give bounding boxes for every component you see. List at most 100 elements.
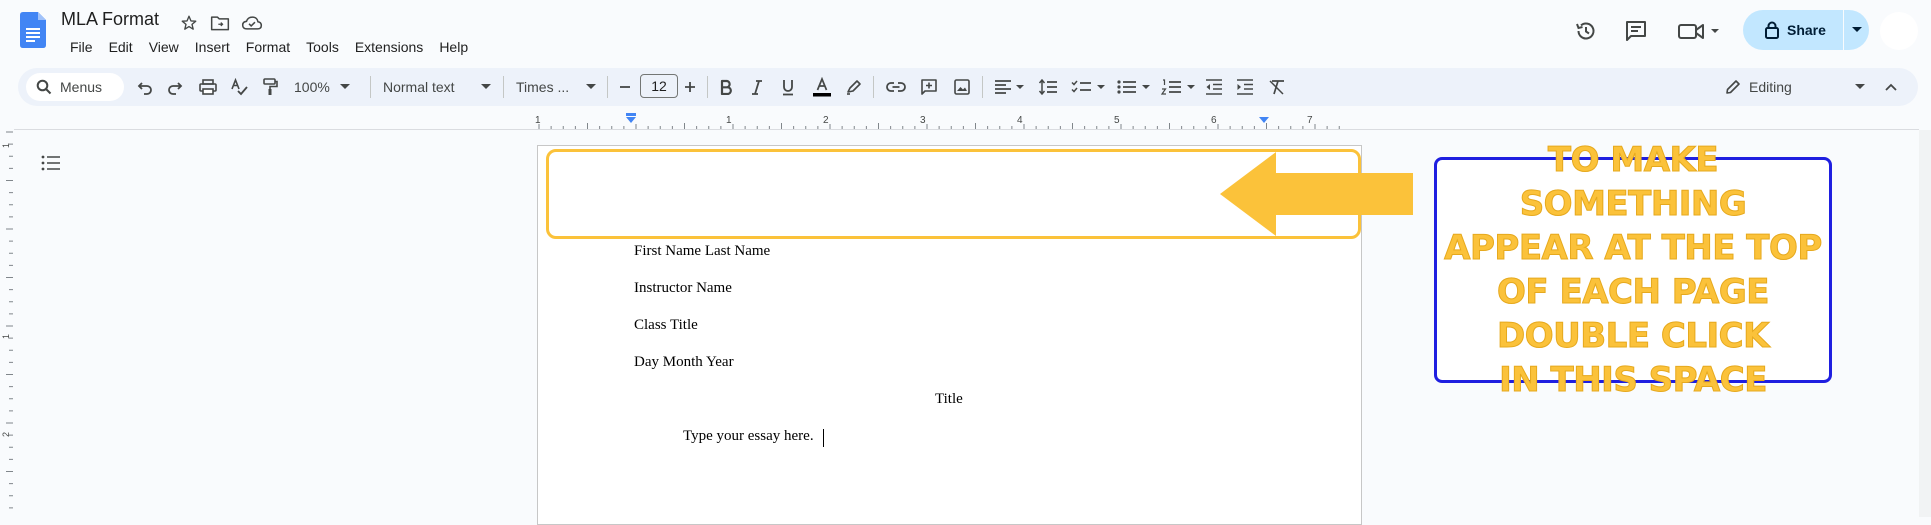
chevron-down-icon	[586, 84, 596, 89]
callout-line: appear at the top	[1444, 228, 1823, 269]
ruler-number: 6	[1211, 115, 1217, 126]
vertical-ruler[interactable]: 1 1 2	[0, 130, 14, 517]
share-main[interactable]: Share	[1743, 10, 1843, 50]
callout-line: in this space	[1499, 360, 1768, 401]
ruler-number: 1	[1, 143, 11, 148]
menu-format[interactable]: Format	[238, 37, 298, 57]
right-indent-marker[interactable]	[1259, 117, 1269, 123]
left-arrow-icon	[1220, 152, 1413, 236]
essay-body[interactable]: Type your essay here.	[683, 428, 814, 445]
paint-format-icon[interactable]	[258, 74, 282, 100]
essay-title[interactable]: Title	[935, 391, 963, 408]
class-title-line[interactable]: Class Title	[634, 317, 698, 334]
callout-line: To make something	[1519, 140, 1747, 225]
cloud-saved-icon[interactable]	[241, 12, 263, 34]
student-name-line[interactable]: First Name Last Name	[634, 243, 770, 260]
meet-icon[interactable]	[1677, 18, 1721, 44]
ruler-number: 1	[726, 115, 732, 126]
ruler-number: 2	[1, 432, 11, 437]
ruler-number: 7	[1307, 115, 1313, 126]
version-history-icon[interactable]	[1573, 18, 1599, 44]
editing-mode-label: Editing	[1749, 79, 1792, 95]
menu-file[interactable]: File	[62, 37, 101, 57]
share-dropdown-icon[interactable]	[1844, 10, 1869, 50]
search-menus-label: Menus	[60, 79, 103, 95]
date-line[interactable]: Day Month Year	[634, 354, 734, 371]
divider	[607, 76, 608, 98]
star-icon[interactable]	[178, 12, 200, 34]
align-icon[interactable]	[992, 74, 1026, 100]
menu-tools[interactable]: Tools	[298, 37, 347, 57]
ruler-number: 5	[1114, 115, 1120, 126]
first-line-indent-marker[interactable]	[626, 117, 636, 123]
pencil-icon	[1726, 80, 1740, 94]
ruler-number: 2	[823, 115, 829, 126]
divider	[503, 76, 504, 98]
editing-mode-select[interactable]: Editing	[1725, 74, 1865, 100]
avatar[interactable]	[1880, 12, 1918, 50]
divider	[873, 76, 874, 98]
share-label: Share	[1787, 22, 1826, 38]
spellcheck-icon[interactable]	[227, 74, 251, 100]
menu-bar: File Edit View Insert Format Tools Exten…	[62, 37, 476, 57]
ruler-number: 1	[535, 115, 541, 126]
insert-link-icon[interactable]	[884, 74, 908, 100]
print-icon[interactable]	[196, 74, 220, 100]
decrease-font-size-icon[interactable]	[615, 74, 635, 100]
bold-icon[interactable]	[714, 74, 738, 100]
line-spacing-icon[interactable]	[1036, 74, 1060, 100]
font-size-input[interactable]: 12	[640, 74, 678, 98]
zoom-select[interactable]: 100%	[294, 74, 360, 100]
chevron-down-icon	[1855, 84, 1865, 89]
italic-icon[interactable]	[745, 74, 769, 100]
numbered-list-icon[interactable]	[1160, 74, 1198, 100]
search-icon	[36, 79, 52, 95]
text-cursor	[823, 429, 824, 447]
increase-font-size-icon[interactable]	[680, 74, 700, 100]
increase-indent-icon[interactable]	[1233, 74, 1257, 100]
checklist-icon[interactable]	[1070, 74, 1108, 100]
undo-icon[interactable]	[133, 74, 157, 100]
chevron-down-icon	[481, 84, 491, 89]
left-indent-marker[interactable]	[626, 113, 636, 116]
menu-extensions[interactable]: Extensions	[347, 37, 431, 57]
instruction-callout: To make something appear at the top of e…	[1434, 140, 1832, 401]
font-select[interactable]: Times ...	[516, 74, 596, 100]
font-value: Times ...	[516, 79, 570, 95]
chevron-down-icon	[339, 84, 350, 89]
callout-line: double click	[1497, 316, 1770, 357]
callout-text: To make something appear at the top of e…	[1437, 138, 1829, 402]
text-color-icon[interactable]	[810, 74, 834, 100]
redo-icon[interactable]	[163, 74, 187, 100]
highlight-color-icon[interactable]	[842, 74, 866, 100]
document-title[interactable]: MLA Format	[61, 9, 159, 30]
document-outline-icon[interactable]	[40, 152, 62, 174]
divider	[982, 76, 983, 98]
move-folder-icon[interactable]	[209, 12, 231, 34]
hide-menus-icon[interactable]	[1879, 74, 1903, 100]
menu-edit[interactable]: Edit	[101, 37, 141, 57]
ruler-number: 3	[920, 115, 926, 126]
bulleted-list-icon[interactable]	[1115, 74, 1153, 100]
docs-logo-icon[interactable]	[20, 12, 46, 48]
decrease-indent-icon[interactable]	[1202, 74, 1226, 100]
add-comment-icon[interactable]	[917, 74, 941, 100]
menu-insert[interactable]: Insert	[187, 37, 238, 57]
lock-icon	[1765, 21, 1779, 39]
menu-view[interactable]: View	[141, 37, 187, 57]
insert-image-icon[interactable]	[950, 74, 974, 100]
instructor-name-line[interactable]: Instructor Name	[634, 280, 732, 297]
horizontal-ruler[interactable]: 1 1 2 3 4 5 6 7	[535, 110, 1363, 130]
underline-icon[interactable]	[776, 74, 800, 100]
comments-icon[interactable]	[1623, 18, 1649, 44]
callout-line: of each page	[1497, 272, 1771, 313]
ruler-number: 1	[1, 334, 11, 339]
style-select[interactable]: Normal text	[383, 74, 491, 100]
share-button[interactable]: Share	[1743, 10, 1869, 50]
menu-help[interactable]: Help	[431, 37, 476, 57]
divider	[707, 76, 708, 98]
clear-formatting-icon[interactable]	[1265, 74, 1289, 100]
ruler-number: 4	[1017, 115, 1023, 126]
vertical-scrollbar[interactable]	[1919, 130, 1931, 517]
search-menus-input[interactable]: Menus	[26, 73, 124, 101]
